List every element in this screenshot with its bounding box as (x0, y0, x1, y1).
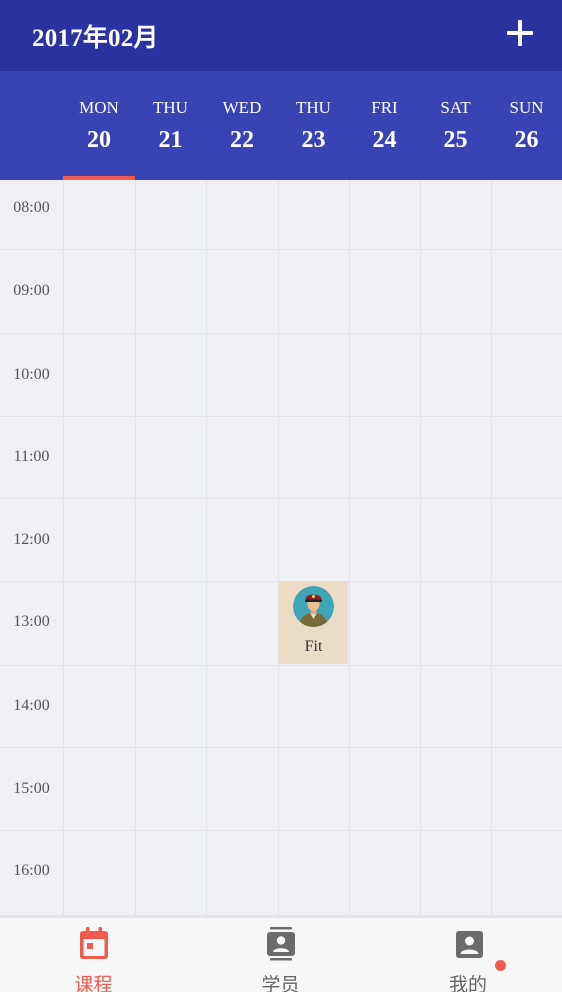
time-label: 15:00 (13, 780, 50, 797)
day-wed-22[interactable]: WED 22 (206, 71, 278, 180)
day-date: 25 (443, 127, 468, 153)
top-app-bar: 2017年02月 (0, 0, 562, 71)
day-sat-25[interactable]: SAT 25 (420, 71, 491, 180)
notification-badge (495, 960, 506, 971)
column-divider (491, 180, 492, 915)
plus-icon[interactable] (504, 17, 536, 49)
bottom-tab-bar: 课程 学员 我的 (0, 915, 562, 992)
avatar (293, 586, 334, 627)
row-divider (0, 498, 562, 499)
event-card[interactable]: Fit (279, 581, 348, 664)
day-name: WED (222, 98, 262, 117)
tab-students[interactable]: 学员 (187, 918, 374, 992)
day-date: 26 (514, 127, 539, 153)
day-thu-23[interactable]: THU 23 (278, 71, 349, 180)
day-thu-21[interactable]: THU 21 (135, 71, 206, 180)
month-title: 2017年02月 (32, 25, 159, 52)
row-divider (0, 747, 562, 748)
time-label: 11:00 (13, 448, 50, 465)
time-label: 08:00 (13, 199, 50, 216)
tab-profile[interactable]: 我的 (374, 918, 562, 992)
column-divider (278, 180, 279, 915)
row-divider (0, 665, 562, 666)
tab-label: 我的 (448, 975, 487, 992)
row-divider (0, 249, 562, 250)
day-date: 20 (87, 127, 111, 153)
week-header: MON 20 THU 21 WED 22 THU 23 FRI 24 SAT 2… (0, 71, 562, 180)
row-divider (0, 333, 562, 334)
day-mon-20[interactable]: MON 20 (63, 71, 135, 180)
event-name: Fit (304, 638, 323, 655)
contacts-icon (265, 927, 297, 961)
time-label: 09:00 (13, 282, 50, 299)
day-date: 24 (372, 127, 397, 153)
calendar-icon (78, 927, 110, 961)
day-name: THU (153, 98, 188, 117)
day-date: 22 (230, 127, 254, 153)
account-box-icon (453, 927, 485, 961)
column-divider (349, 180, 350, 915)
day-date: 21 (158, 127, 183, 153)
day-date: 23 (301, 127, 326, 153)
day-name: THU (296, 98, 331, 117)
day-name: SUN (509, 98, 544, 117)
day-name: SAT (440, 98, 471, 117)
time-label: 14:00 (13, 697, 50, 714)
time-label: 13:00 (13, 613, 50, 630)
day-sun-26[interactable]: SUN 26 (491, 71, 562, 180)
tab-label: 课程 (74, 975, 113, 992)
day-fri-24[interactable]: FRI 24 (349, 71, 420, 180)
row-divider (0, 830, 562, 831)
row-divider (0, 416, 562, 417)
column-divider (135, 180, 136, 915)
schedule-grid[interactable]: 08:00 09:00 10:00 11:00 12:00 13:00 14:0… (0, 180, 562, 915)
time-label: 10:00 (13, 366, 50, 383)
column-divider (63, 180, 64, 915)
column-divider (206, 180, 207, 915)
tab-label: 学员 (261, 975, 300, 992)
time-label: 12:00 (13, 531, 50, 548)
day-name: FRI (371, 98, 398, 117)
day-name: MON (79, 98, 119, 117)
tab-courses[interactable]: 课程 (0, 918, 187, 992)
column-divider (420, 180, 421, 915)
time-label: 16:00 (13, 862, 50, 879)
